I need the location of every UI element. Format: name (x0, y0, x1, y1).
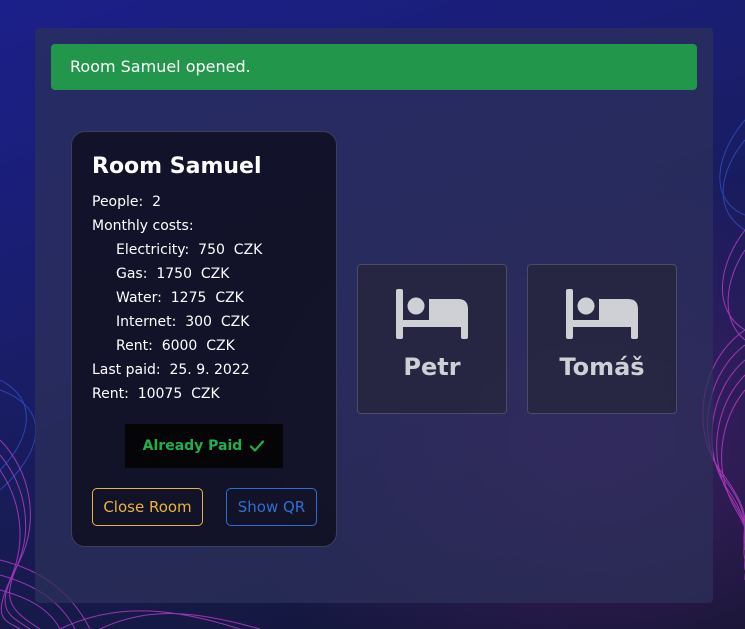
cost-row-rent: Rent: 6000 CZK (92, 334, 262, 358)
cost-amount: 750 (198, 242, 225, 258)
cost-currency: CZK (233, 242, 263, 258)
cost-currency: CZK (206, 338, 235, 354)
rent-total-currency: CZK (191, 386, 220, 402)
cost-currency: CZK (200, 266, 230, 282)
people-label: People: (92, 194, 144, 210)
cost-currency: CZK (220, 314, 250, 330)
rent-total-amount: 10075 (137, 386, 183, 402)
cost-row-gas: Gas: 1750 CZK (92, 262, 262, 286)
last-paid-label: Last paid: (92, 362, 161, 378)
last-paid-row: Last paid: 25. 9. 2022 (92, 358, 262, 382)
room-card: Room Samuel People: 2 Monthly costs: Ele… (71, 131, 337, 547)
person-name: Petr (403, 353, 461, 381)
close-room-button[interactable]: Close Room (92, 488, 203, 526)
cost-label: Electricity: (116, 242, 190, 258)
room-info: People: 2 Monthly costs: Electricity: 75… (92, 190, 262, 406)
cost-row-internet: Internet: 300 CZK (92, 310, 262, 334)
rent-total-row: Rent: 10075 CZK (92, 382, 262, 406)
cost-amount: 1275 (170, 290, 207, 306)
cost-label: Rent: (116, 338, 153, 354)
room-title: Room Samuel (92, 154, 262, 179)
success-alert: Room Samuel opened. (51, 44, 697, 90)
cost-label: Gas: (116, 266, 148, 282)
people-value: 2 (152, 194, 162, 210)
paid-status-badge: Already Paid (125, 424, 283, 468)
rent-total-label: Rent: (92, 386, 129, 402)
bed-icon (566, 289, 638, 339)
monthly-costs-label: Monthly costs: (92, 218, 194, 234)
cost-label: Internet: (116, 314, 177, 330)
cost-row-electricity: Electricity: 750 CZK (92, 238, 262, 262)
cost-amount: 1750 (156, 266, 192, 282)
person-name: Tomáš (559, 353, 645, 381)
person-card-tomas[interactable]: Tomáš (527, 264, 677, 414)
person-card-petr[interactable]: Petr (357, 264, 507, 414)
cost-currency: CZK (215, 290, 244, 306)
bed-icon (396, 289, 468, 339)
alert-message: Room Samuel opened. (70, 57, 251, 76)
cost-row-water: Water: 1275 CZK (92, 286, 262, 310)
paid-status-text: Already Paid (142, 438, 243, 454)
check-icon (250, 440, 265, 452)
cost-label: Water: (116, 290, 162, 306)
last-paid-value: 25. 9. 2022 (169, 362, 250, 378)
show-qr-button[interactable]: Show QR (226, 488, 317, 526)
cost-amount: 6000 (161, 338, 198, 354)
people-row: People: 2 (92, 190, 262, 214)
main-panel: Room Samuel opened. Room Samuel People: … (35, 28, 713, 603)
cost-amount: 300 (185, 314, 212, 330)
